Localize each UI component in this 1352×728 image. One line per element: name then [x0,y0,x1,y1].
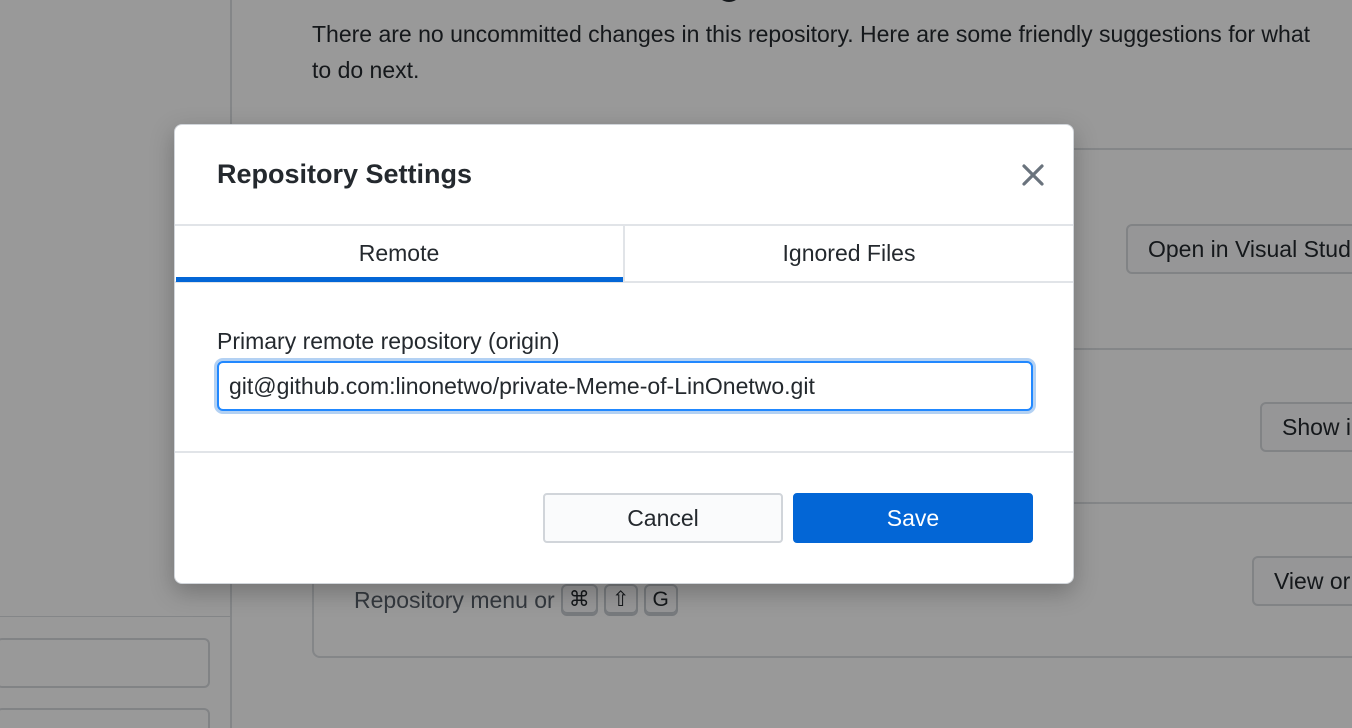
tab-ignored-files[interactable]: Ignored Files [623,226,1073,281]
close-button[interactable] [1013,155,1053,195]
settings-tabs: Remote Ignored Files [175,226,1073,283]
tab-remote[interactable]: Remote [175,226,623,282]
dialog-title: Repository Settings [217,159,473,189]
save-button[interactable]: Save [793,493,1033,543]
close-icon [1022,164,1044,186]
footer-divider [175,451,1073,453]
remote-field-label: Primary remote repository (origin) [217,328,560,354]
remote-url-input[interactable] [217,361,1033,411]
app-window: There are no uncommitted changes in this… [0,0,1352,728]
dialog-header: Repository Settings [175,125,1073,226]
repository-settings-dialog: Repository Settings Remote Ignored Files… [174,124,1074,584]
cancel-button[interactable]: Cancel [543,493,783,543]
